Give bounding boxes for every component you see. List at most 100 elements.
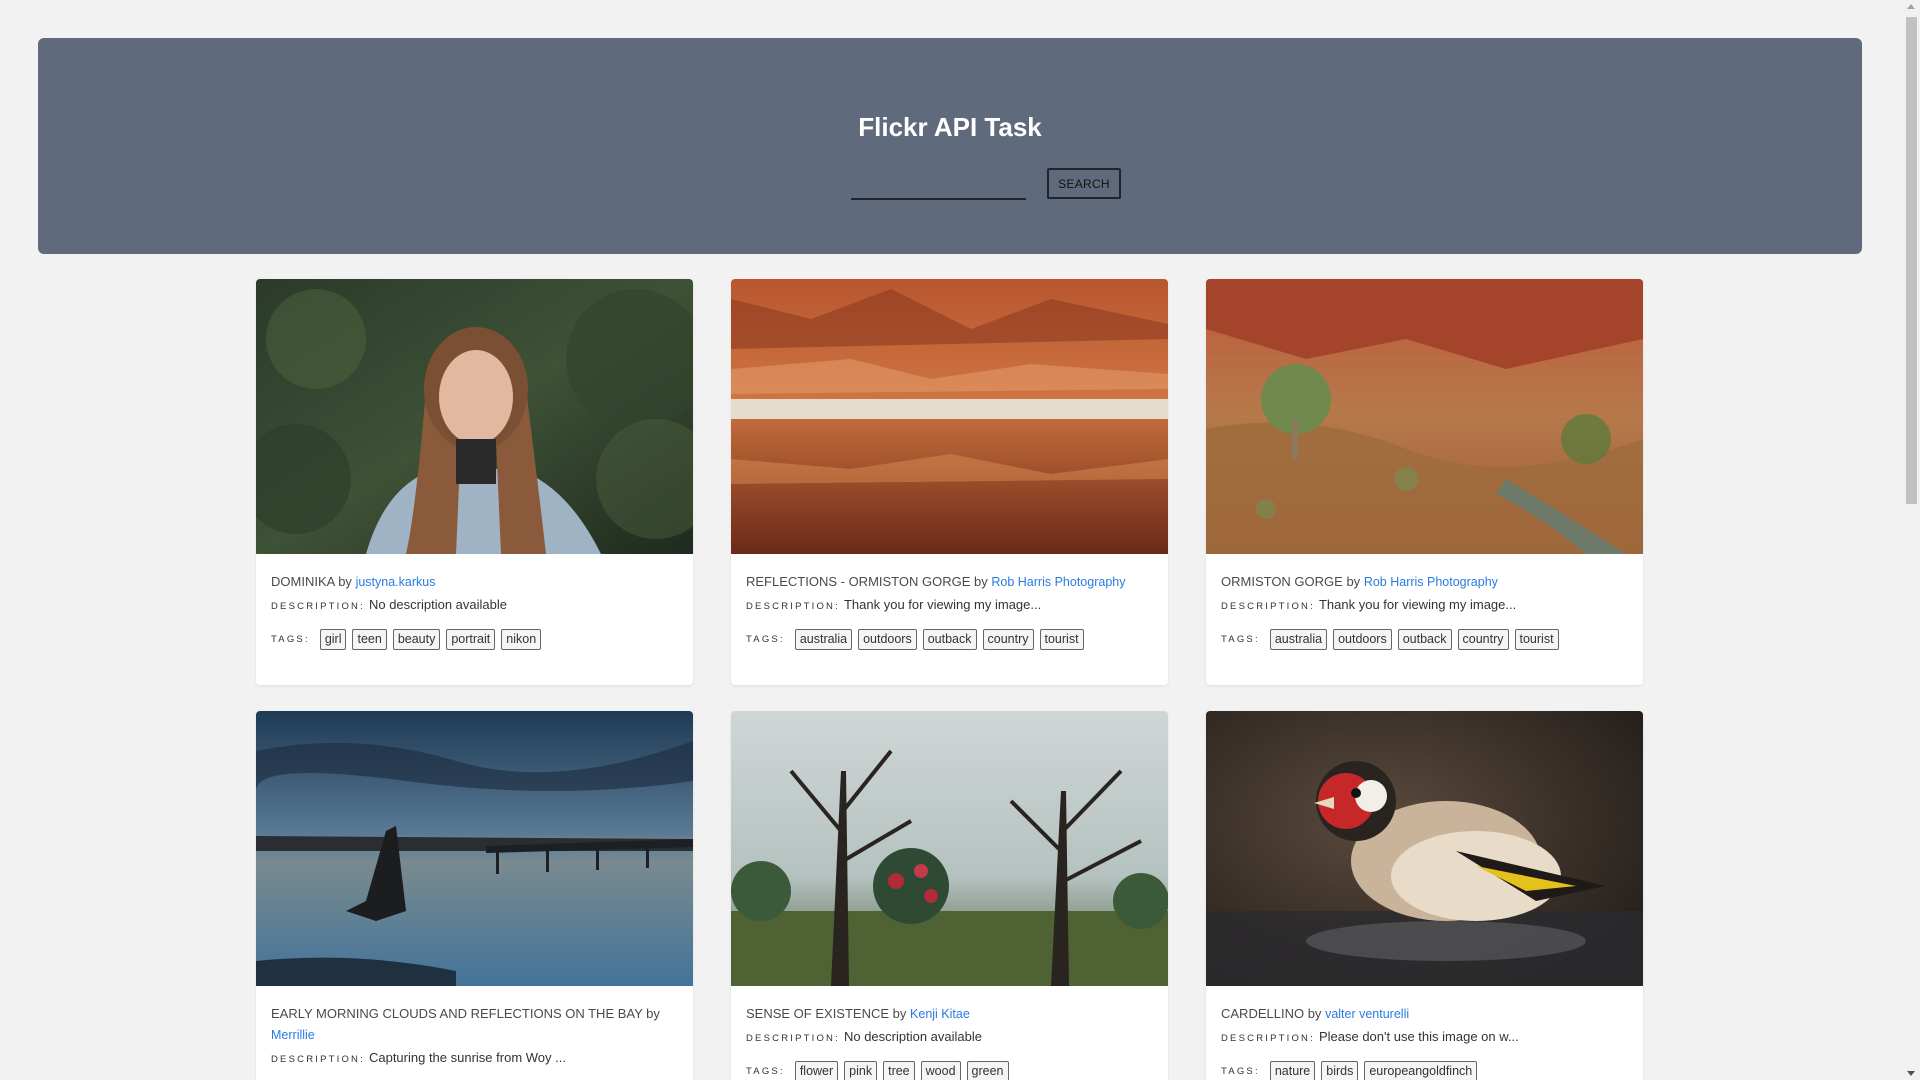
search-input[interactable]: [851, 172, 1026, 200]
description-text: Please don't use this image on w...: [1318, 1029, 1519, 1044]
card-title: EARLY MORNING CLOUDS AND REFLECTIONS ON …: [271, 1006, 643, 1021]
author-link[interactable]: Rob Harris Photography: [1364, 575, 1498, 589]
tag[interactable]: country: [1457, 629, 1509, 650]
by-label: by: [338, 574, 352, 589]
card-title-line: SENSE OF EXISTENCE by Kenji Kitae: [746, 1003, 1153, 1025]
author-link[interactable]: Rob Harris Photography: [991, 575, 1125, 589]
description-line: Description: No description available: [271, 594, 678, 617]
description-line: Description: Capturing the sunrise from W…: [271, 1047, 678, 1070]
author-link[interactable]: Kenji Kitae: [910, 1007, 970, 1021]
by-label: by: [646, 1006, 660, 1021]
description-text: Capturing the sunrise from Woy ...: [368, 1050, 566, 1065]
scroll-thumb[interactable]: [1906, 17, 1917, 504]
tag[interactable]: flower: [794, 1061, 839, 1080]
tag[interactable]: europeangoldfinch: [1364, 1061, 1478, 1080]
photo-card: DOMINIKA by justyna.karkus Description: N…: [256, 279, 693, 685]
author-link[interactable]: justyna.karkus: [356, 575, 436, 589]
tag[interactable]: outdoors: [858, 629, 917, 650]
scroll-down-arrow-icon[interactable]: [1907, 1071, 1915, 1076]
tags-label: Tags:: [271, 634, 310, 645]
description-text: No description available: [368, 597, 507, 612]
tag[interactable]: beauty: [392, 629, 441, 650]
photo-card: SENSE OF EXISTENCE by Kenji Kitae Descri…: [731, 711, 1168, 1080]
card-body: ORMISTON GORGE by Rob Harris Photography…: [1206, 554, 1643, 650]
tags-line: Tags: australia outdoors outback country…: [746, 629, 1153, 650]
tag[interactable]: outback: [922, 629, 977, 650]
tag[interactable]: wood: [920, 1061, 961, 1080]
by-label: by: [1346, 574, 1361, 589]
page-title: Flickr API Task: [858, 112, 1042, 142]
tag[interactable]: teen: [352, 629, 387, 650]
tag[interactable]: portrait: [446, 629, 496, 650]
tag[interactable]: green: [966, 1061, 1009, 1080]
tag[interactable]: outdoors: [1333, 629, 1392, 650]
photo-card: EARLY MORNING CLOUDS AND REFLECTIONS ON …: [256, 711, 693, 1080]
photo-image[interactable]: [1206, 711, 1643, 986]
photo-image[interactable]: [731, 279, 1168, 554]
card-body: EARLY MORNING CLOUDS AND REFLECTIONS ON …: [256, 986, 693, 1070]
card-title-line: REFLECTIONS - ORMISTON GORGE by Rob Harr…: [746, 571, 1153, 593]
by-label: by: [1307, 1006, 1322, 1021]
card-body: REFLECTIONS - ORMISTON GORGE by Rob Harr…: [731, 554, 1168, 650]
description-label: Description:: [1221, 1033, 1315, 1044]
card-title: CARDELLINO: [1221, 1006, 1305, 1021]
tags-label: Tags:: [746, 634, 785, 645]
card-title: DOMINIKA: [271, 574, 335, 589]
card-title: REFLECTIONS - ORMISTON GORGE: [746, 574, 971, 589]
tags-line: Tags: flower pink tree wood green: [746, 1061, 1153, 1080]
tags-label: Tags:: [1221, 1066, 1260, 1077]
tag[interactable]: tree: [883, 1061, 915, 1080]
photo-card: ORMISTON GORGE by Rob Harris Photography…: [1206, 279, 1643, 685]
description-text: Thank you for viewing my image...: [1318, 597, 1517, 612]
tag[interactable]: nikon: [501, 629, 542, 650]
tag[interactable]: tourist: [1514, 629, 1559, 650]
tags-line: Tags: girl teen beauty portrait nikon: [271, 629, 678, 650]
tag[interactable]: australia: [794, 629, 853, 650]
tag[interactable]: girl: [319, 629, 347, 650]
author-link[interactable]: Merrillie: [271, 1028, 315, 1042]
by-label: by: [892, 1006, 907, 1021]
description-label: Description:: [271, 1054, 365, 1065]
tags-line: Tags: australia outdoors outback country…: [1221, 629, 1628, 650]
tag[interactable]: birds: [1321, 1061, 1359, 1080]
tag[interactable]: pink: [844, 1061, 878, 1080]
card-title: SENSE OF EXISTENCE: [746, 1006, 890, 1021]
photo-card: REFLECTIONS - ORMISTON GORGE by Rob Harr…: [731, 279, 1168, 685]
card-body: SENSE OF EXISTENCE by Kenji Kitae Descri…: [731, 986, 1168, 1080]
photo-image[interactable]: [1206, 279, 1643, 554]
description-label: Description:: [746, 1033, 840, 1044]
description-text: No description available: [843, 1029, 982, 1044]
tag[interactable]: nature: [1269, 1061, 1316, 1080]
tags-label: Tags:: [746, 1066, 785, 1077]
scroll-up-arrow-icon[interactable]: [1907, 4, 1915, 9]
description-line: Description: Thank you for viewing my ima…: [746, 594, 1153, 617]
author-link[interactable]: valter venturelli: [1325, 1007, 1409, 1021]
description-label: Description:: [746, 601, 840, 612]
header-banner: Flickr API Task SEARCH: [38, 38, 1862, 254]
card-title-line: EARLY MORNING CLOUDS AND REFLECTIONS ON …: [271, 1003, 678, 1046]
description-text: Thank you for viewing my image...: [843, 597, 1042, 612]
tag[interactable]: australia: [1269, 629, 1328, 650]
photo-image[interactable]: [731, 711, 1168, 986]
card-body: CARDELLINO by valter venturelli Descript…: [1206, 986, 1643, 1080]
photo-image[interactable]: [256, 711, 693, 986]
tag[interactable]: tourist: [1039, 629, 1084, 650]
search-button[interactable]: SEARCH: [1047, 168, 1121, 199]
photo-image[interactable]: [256, 279, 693, 554]
card-title-line: DOMINIKA by justyna.karkus: [271, 571, 678, 593]
description-line: Description: Please don't use this image …: [1221, 1026, 1628, 1049]
description-label: Description:: [271, 601, 365, 612]
by-label: by: [974, 574, 988, 589]
description-label: Description:: [1221, 601, 1315, 612]
card-title-line: ORMISTON GORGE by Rob Harris Photography: [1221, 571, 1628, 593]
photo-card: CARDELLINO by valter venturelli Descript…: [1206, 711, 1643, 1080]
tags-line: Tags: nature birds europeangoldfinch: [1221, 1061, 1628, 1080]
description-line: Description: Thank you for viewing my ima…: [1221, 594, 1628, 617]
tag[interactable]: outback: [1397, 629, 1452, 650]
description-line: Description: No description available: [746, 1026, 1153, 1049]
tag[interactable]: country: [982, 629, 1034, 650]
card-title-line: CARDELLINO by valter venturelli: [1221, 1003, 1628, 1025]
vertical-scrollbar[interactable]: [1903, 0, 1920, 1080]
tags-label: Tags:: [1221, 634, 1260, 645]
card-body: DOMINIKA by justyna.karkus Description: N…: [256, 554, 693, 650]
